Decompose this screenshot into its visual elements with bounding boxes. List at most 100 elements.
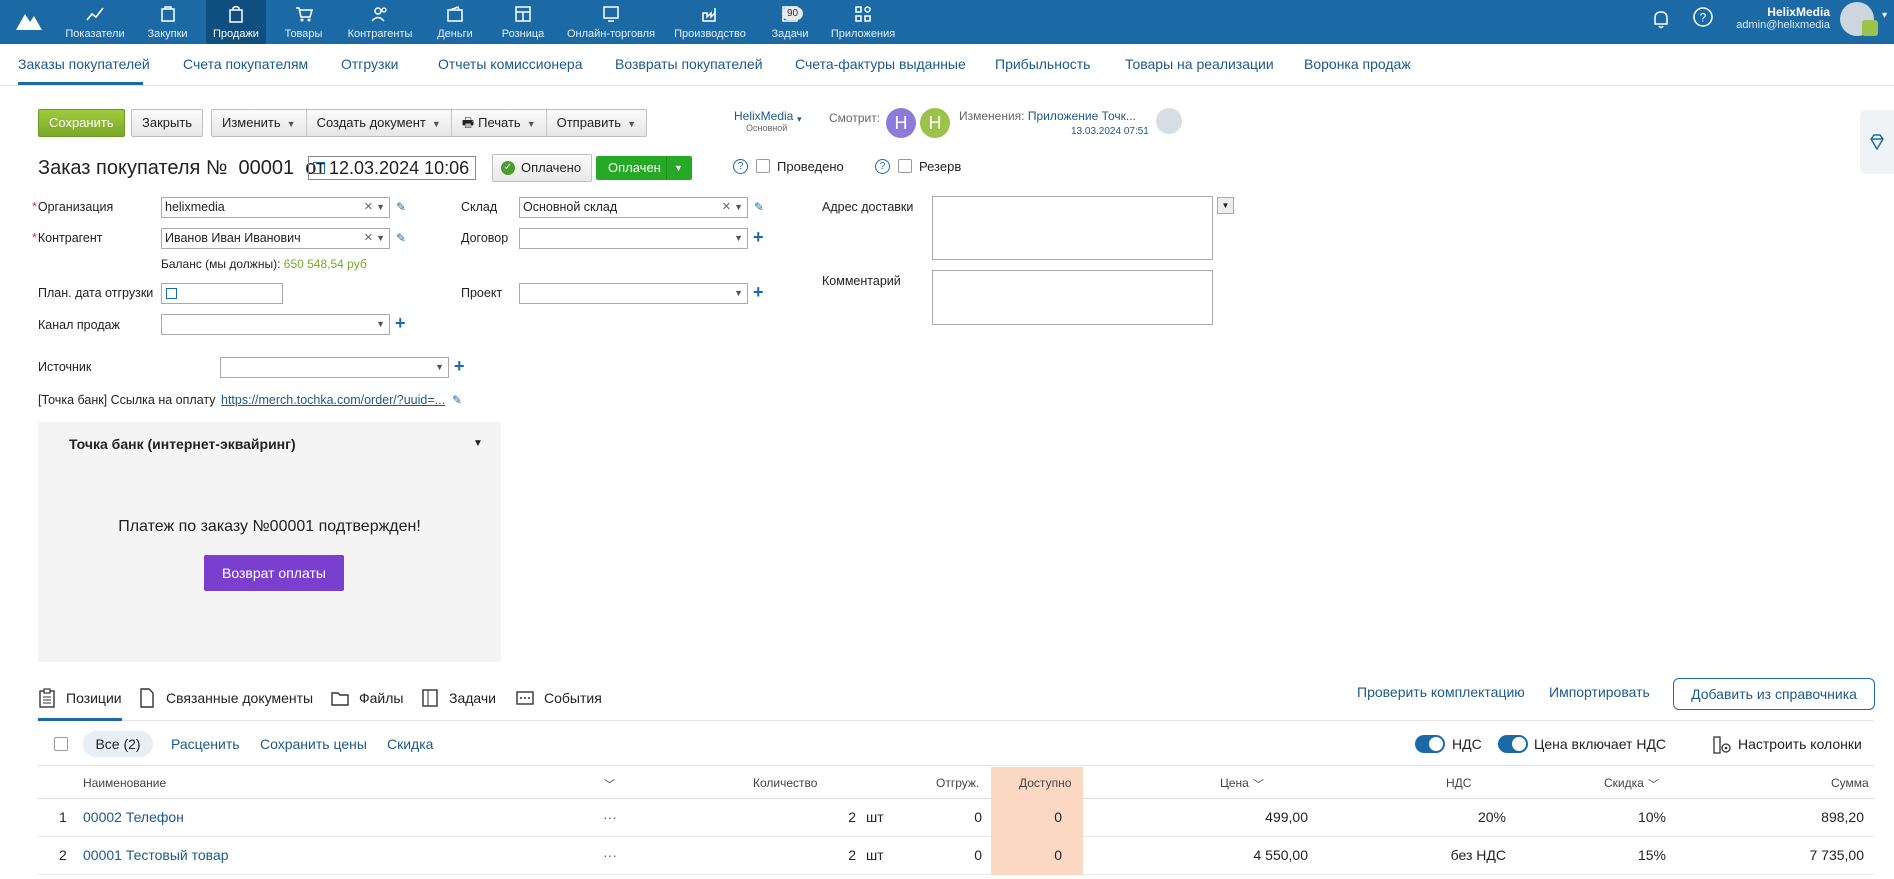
- col-shipped[interactable]: Отгруж.: [936, 776, 979, 790]
- clear-icon[interactable]: ✕: [364, 198, 373, 217]
- watcher-avatar[interactable]: H: [886, 108, 916, 138]
- ship-date-input[interactable]: [161, 283, 283, 304]
- chevron-down-icon[interactable]: ▼: [435, 358, 444, 377]
- check-kit-link[interactable]: Проверить комплектацию: [1357, 684, 1525, 700]
- payment-link[interactable]: https://merch.tochka.com/order/?uuid=...: [221, 393, 446, 407]
- select-all-checkbox[interactable]: [54, 737, 68, 751]
- reprice-link[interactable]: Расценить: [171, 736, 240, 752]
- posted-checkbox[interactable]: [756, 159, 770, 173]
- add-icon[interactable]: +: [753, 283, 764, 301]
- product-name-link[interactable]: 00002 Телефон: [83, 809, 184, 825]
- table-row[interactable]: 2 00001 Тестовый товар ··· 2 шт 0 0 4 55…: [38, 837, 1874, 875]
- print-button[interactable]: 🖶 Печать ▼: [452, 110, 547, 136]
- subnav-invoices[interactable]: Счета покупателям: [183, 56, 308, 72]
- settings-columns-icon[interactable]: [1712, 735, 1732, 755]
- clear-icon[interactable]: ✕: [722, 198, 731, 217]
- subnav-returns[interactable]: Возвраты покупателей: [615, 56, 763, 72]
- nav-contractors[interactable]: Контрагенты: [341, 0, 419, 44]
- side-widget-tab[interactable]: [1860, 110, 1894, 174]
- nav-apps[interactable]: Приложения: [826, 0, 900, 44]
- address-expand-button[interactable]: ▼: [1217, 197, 1234, 214]
- chevron-down-icon[interactable]: ▾: [797, 114, 802, 125]
- tab-positions[interactable]: Позиции: [39, 686, 122, 710]
- nav-production[interactable]: Производство: [670, 0, 750, 44]
- nav-tasks[interactable]: 90 Задачи: [764, 0, 816, 44]
- edit-button[interactable]: Изменить ▼: [212, 110, 307, 136]
- help-icon[interactable]: ?: [733, 159, 748, 174]
- col-sum[interactable]: Сумма: [1831, 776, 1869, 790]
- contract-select[interactable]: ▼: [519, 228, 748, 249]
- calendar-icon[interactable]: [313, 162, 325, 174]
- changes-author[interactable]: Приложение Точк...: [1028, 109, 1136, 123]
- watcher-avatar[interactable]: H: [920, 108, 950, 138]
- vat-value[interactable]: без НДС: [1338, 847, 1506, 863]
- nav-goods[interactable]: Товары: [276, 0, 331, 44]
- tab-related-docs[interactable]: Связанные документы: [140, 686, 313, 710]
- col-discount[interactable]: Скидка: [1604, 776, 1644, 790]
- user-name[interactable]: HelixMedia: [1730, 5, 1830, 19]
- nav-purchases[interactable]: Закупки: [140, 0, 195, 44]
- quantity-value[interactable]: 2: [798, 847, 856, 863]
- col-quantity[interactable]: Количество: [753, 776, 817, 790]
- warehouse-field[interactable]: Основной склад ✕ ▼: [519, 197, 748, 218]
- comment-textarea[interactable]: [932, 270, 1213, 325]
- chevron-down-icon[interactable]: ▼: [734, 198, 743, 217]
- help-icon[interactable]: ?: [1692, 6, 1714, 28]
- add-icon[interactable]: +: [454, 357, 465, 375]
- doc-number[interactable]: 00001: [239, 157, 295, 179]
- subnav-commission[interactable]: Отчеты комиссионера: [438, 56, 583, 72]
- send-button[interactable]: Отправить ▼: [547, 110, 646, 136]
- chevron-down-icon[interactable]: ﹀: [1648, 776, 1659, 792]
- discount-value[interactable]: 15%: [1538, 847, 1666, 863]
- save-button[interactable]: Сохранить: [38, 109, 125, 137]
- tab-events[interactable]: События: [516, 686, 602, 710]
- source-select[interactable]: ▼: [220, 357, 449, 378]
- subnav-shipments[interactable]: Отгрузки: [341, 56, 398, 72]
- tab-tasks[interactable]: Задачи: [422, 686, 496, 710]
- save-prices-link[interactable]: Сохранить цены: [260, 736, 367, 752]
- address-textarea[interactable]: [932, 196, 1213, 260]
- channel-select[interactable]: ▼: [161, 314, 390, 335]
- chevron-down-icon[interactable]: ▼: [734, 284, 743, 303]
- pencil-icon[interactable]: ✎: [754, 201, 766, 213]
- subnav-funnel[interactable]: Воронка продаж: [1304, 56, 1411, 72]
- quantity-value[interactable]: 2: [798, 809, 856, 825]
- org-selector[interactable]: HelixMedia: [734, 109, 793, 123]
- add-from-catalog-button[interactable]: Добавить из справочника: [1673, 678, 1875, 710]
- create-document-button[interactable]: Создать документ ▼: [307, 110, 452, 136]
- col-name[interactable]: Наименование: [83, 776, 166, 790]
- org-field[interactable]: helixmedia ✕ ▼: [161, 197, 390, 218]
- chevron-down-icon[interactable]: ﹀: [1253, 776, 1264, 792]
- table-row[interactable]: 1 00002 Телефон ··· 2 шт 0 0 499,00 20% …: [38, 799, 1874, 837]
- chevron-down-icon[interactable]: ▼: [376, 315, 385, 334]
- configure-columns-link[interactable]: Настроить колонки: [1738, 736, 1862, 752]
- subnav-issued-invoices[interactable]: Счета-фактуры выданные: [795, 56, 966, 72]
- col-price[interactable]: Цена: [1220, 776, 1249, 790]
- add-icon[interactable]: +: [753, 228, 764, 246]
- reserve-checkbox[interactable]: [898, 159, 912, 173]
- nav-indicators[interactable]: Показатели: [60, 0, 130, 44]
- nav-retail[interactable]: Розница: [496, 0, 550, 44]
- filter-all-pill[interactable]: Все (2): [83, 731, 153, 757]
- refund-button[interactable]: Возврат оплаты: [204, 555, 344, 591]
- row-menu-icon[interactable]: ···: [603, 809, 617, 825]
- discount-link[interactable]: Скидка: [387, 736, 433, 752]
- vat-toggle[interactable]: [1415, 735, 1445, 753]
- subnav-orders[interactable]: Заказы покупателей: [18, 56, 150, 72]
- vat-value[interactable]: 20%: [1338, 809, 1506, 825]
- chevron-down-icon[interactable]: ▼: [376, 198, 385, 217]
- discount-value[interactable]: 10%: [1538, 809, 1666, 825]
- contractor-field[interactable]: Иванов Иван Иванович ✕ ▼: [161, 228, 390, 249]
- chevron-down-icon[interactable]: ▼: [376, 229, 385, 248]
- nav-money[interactable]: Деньги: [428, 0, 482, 44]
- subnav-profitability[interactable]: Прибыльность: [995, 56, 1090, 72]
- logo-icon[interactable]: [14, 8, 44, 34]
- col-vat[interactable]: НДС: [1446, 776, 1471, 790]
- chevron-down-icon[interactable]: ▾: [1882, 10, 1887, 21]
- pencil-icon[interactable]: ✎: [452, 394, 464, 406]
- user-email[interactable]: admin@helixmedia: [1720, 19, 1830, 31]
- close-button[interactable]: Закрыть: [131, 109, 204, 137]
- collapse-icon[interactable]: ▼: [473, 438, 483, 449]
- status-dropdown[interactable]: Оплачен ▼: [596, 156, 692, 180]
- price-value[interactable]: 4 550,00: [1148, 847, 1309, 863]
